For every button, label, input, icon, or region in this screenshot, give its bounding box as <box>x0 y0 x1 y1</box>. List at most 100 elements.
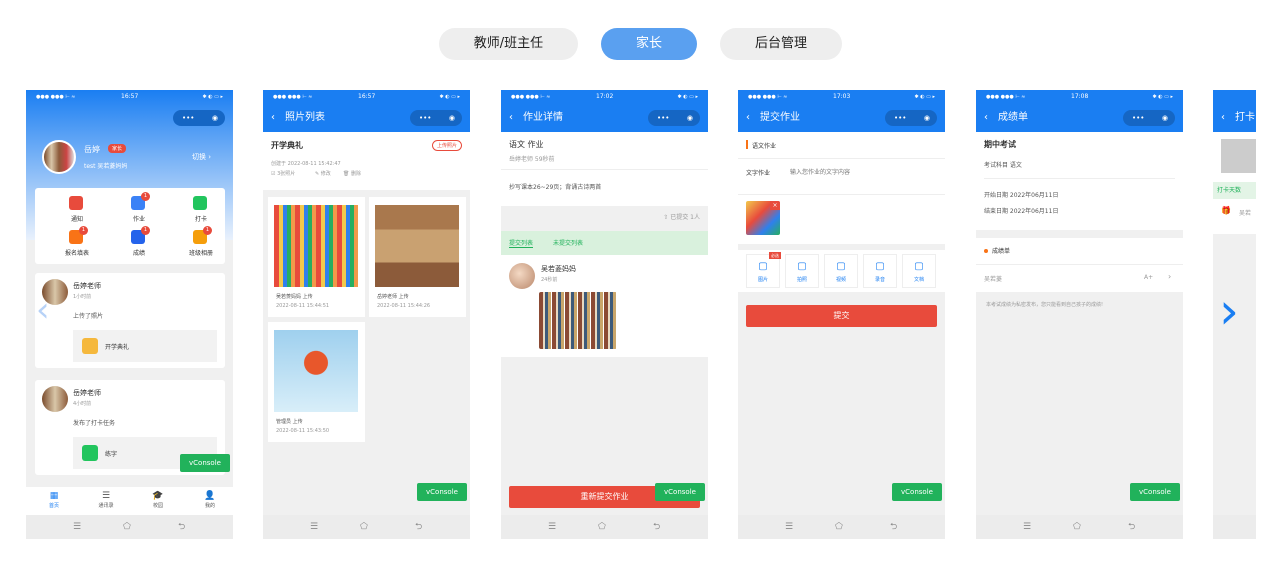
tool-video[interactable]: ▢ 视频 <box>824 254 858 288</box>
mini-capsule[interactable]: ••• ◉ <box>1123 110 1175 126</box>
mini-capsule[interactable]: ••• ◉ <box>173 110 225 126</box>
mini-capsule[interactable]: ••• ◉ <box>410 110 462 126</box>
photo-count: ☑ 3张照片 <box>271 171 296 177</box>
vconsole-button[interactable]: vConsole <box>1130 483 1180 501</box>
back-icon[interactable]: ⮌ <box>178 515 185 539</box>
submission-item[interactable]: 吴若菱妈妈 24秒前 <box>501 255 708 357</box>
student-grade: A+ <box>1144 274 1154 281</box>
remove-icon[interactable]: × <box>770 201 780 210</box>
function-grid: 通知 1 作业 打卡 1 报名填表 1 成绩 1 班级相册 <box>35 188 225 264</box>
tool-camera[interactable]: ▢ 拍照 <box>785 254 819 288</box>
photo-thumbnail[interactable] <box>274 205 358 287</box>
photo-card[interactable]: 吴若菱妈妈 上传 2022-08-11 15:44:51 <box>268 197 365 317</box>
bottom-nav-profile[interactable]: 👤 我的 <box>196 490 224 510</box>
grid-item-homework[interactable]: 1 作业 <box>119 192 159 226</box>
home-icon[interactable]: ⬠ <box>123 515 131 539</box>
submit-time: 24秒前 <box>541 277 558 283</box>
grid-item-album[interactable]: 1 班级相册 <box>181 226 221 260</box>
uploaded-image[interactable]: × <box>746 201 780 235</box>
feed-text: 发布了打卡任务 <box>73 420 116 427</box>
grid-item-label: 作业 <box>132 216 145 223</box>
tab-parent[interactable]: 家长 <box>601 28 697 60</box>
bottom-nav-label: 通讯录 <box>98 503 114 509</box>
cover-image <box>1221 139 1256 173</box>
grid-item-label: 打卡 <box>194 216 207 223</box>
submission-photo[interactable] <box>539 292 617 349</box>
photo-card[interactable]: 管理员 上传 2022-08-11 15:43:50 <box>268 322 365 442</box>
carousel-prev-icon[interactable]: ‹ <box>36 290 50 330</box>
badge-count: 1 <box>203 226 212 235</box>
exam-info: 期中考试 考试科目 语文 开始日期 2022年06月11日 结束日期 2022年… <box>976 132 1183 230</box>
status-icons: ✱ ◐ ▭ ▸ <box>202 94 223 100</box>
back-arrow-icon[interactable]: ‹ <box>984 104 988 132</box>
upload-photo-button[interactable]: 上传照片 <box>431 140 462 151</box>
grid-item-checkin[interactable]: 打卡 <box>181 196 221 226</box>
photo-time: 2022-08-11 15:44:26 <box>377 303 431 309</box>
feed-text: 上传了照片 <box>73 313 104 320</box>
nav-bar: ‹ 成绩单 ••• ◉ <box>976 104 1183 132</box>
menu-icon[interactable]: ☰ <box>73 515 81 539</box>
bottom-nav-home[interactable]: ▦ 首页 <box>40 490 68 510</box>
mic-icon: ▢ <box>875 261 885 272</box>
vconsole-button[interactable]: vConsole <box>180 454 230 472</box>
tab-submitted[interactable]: 提交列表 <box>509 238 534 248</box>
system-nav-bar: ☰ ⬠ ⮌ <box>976 515 1183 539</box>
chevron-right-icon[interactable]: › <box>1168 272 1171 281</box>
badge-count: 1 <box>141 192 150 201</box>
tool-label: 拍照 <box>796 277 807 283</box>
tab-teacher[interactable]: 教师/班主任 <box>439 28 578 60</box>
switch-button[interactable]: 切换 › <box>192 152 211 162</box>
page-title: 成绩单 <box>998 112 1028 123</box>
tool-mic[interactable]: ▢ 录音 <box>863 254 897 288</box>
feed-card[interactable]: 岳婷老师 1小时前 上传了照片 开学典礼 <box>35 273 225 368</box>
speaker-icon <box>69 196 83 210</box>
grid-item-label: 通知 <box>70 216 83 223</box>
start-date: 开始日期 2022年06月11日 <box>984 192 1059 199</box>
photo-thumbnail[interactable] <box>375 205 459 287</box>
grid-item-score[interactable]: 1 成绩 <box>119 226 159 260</box>
back-arrow-icon[interactable]: ‹ <box>746 104 750 132</box>
back-arrow-icon[interactable]: ‹ <box>1221 104 1225 132</box>
bottom-nav-contacts[interactable]: ☰ 通讯录 <box>92 490 120 510</box>
checkin-icon <box>82 445 98 461</box>
submitted-count: ⇧ 已提交 1人 <box>663 214 700 221</box>
back-arrow-icon[interactable]: ‹ <box>271 104 275 132</box>
feed-attachment[interactable]: 开学典礼 <box>73 330 217 362</box>
checkin-header: 打卡天数 🎁 吴若 <box>1213 132 1256 234</box>
text-input[interactable] <box>790 164 930 180</box>
mini-capsule[interactable]: ••• ◉ <box>885 110 937 126</box>
vconsole-button[interactable]: vConsole <box>892 483 942 501</box>
badge-count: 1 <box>79 226 88 235</box>
checkin-days-tab[interactable]: 打卡天数 <box>1213 182 1256 199</box>
photo-card[interactable]: 岳婷老师 上传 2022-08-11 15:44:26 <box>369 197 466 317</box>
edit-button[interactable]: ✎ 修改 <box>315 170 331 177</box>
checkin-icon <box>193 196 207 210</box>
back-arrow-icon[interactable]: ‹ <box>509 104 513 132</box>
avatar <box>509 263 535 289</box>
student-name[interactable]: 吴若菱 <box>984 274 1002 283</box>
grid-item-speaker[interactable]: 通知 <box>57 196 97 226</box>
carousel-next-icon[interactable]: › <box>1219 282 1239 340</box>
tab-admin[interactable]: 后台管理 <box>720 28 842 60</box>
mini-capsule[interactable]: ••• ◉ <box>648 110 700 126</box>
privacy-note: 本考试成绩为私密发布，您只能看到自己孩子的成绩! <box>986 302 1104 308</box>
avatar[interactable] <box>42 140 76 174</box>
tool-image[interactable]: ▢ 图片 必选 <box>746 252 781 288</box>
status-bar: ●●● ●●● ⊢ ≈ 17:08 ✱ ◐ ▭ ▸ <box>976 90 1183 104</box>
tab-not-submitted[interactable]: 未提交列表 <box>553 238 583 247</box>
vconsole-button[interactable]: vConsole <box>417 483 467 501</box>
role-tabs: 教师/班主任 家长 后台管理 <box>0 28 1282 60</box>
vconsole-button[interactable]: vConsole <box>655 483 705 501</box>
submit-button[interactable]: 提交 <box>746 305 937 327</box>
bottom-nav-campus[interactable]: 🎓 校园 <box>144 490 172 510</box>
section-title: 语文作业 <box>752 143 777 150</box>
status-bar: ●●● ●●● ⊢ ≈ 16:57 ✱ ◐ ▭ ▸ <box>26 90 233 104</box>
delete-button[interactable]: 🗑 删除 <box>343 170 361 177</box>
tool-file[interactable]: ▢ 文档 <box>902 254 936 288</box>
required-tag: 必选 <box>769 252 781 259</box>
photo-thumbnail[interactable] <box>274 330 358 412</box>
photo-uploader: 岳婷老师 上传 <box>377 294 409 300</box>
status-bar: ●●● ●●● ⊢ ≈ 16:57 ✱ ◐ ▭ ▸ <box>263 90 470 104</box>
grid-item-form[interactable]: 1 报名填表 <box>57 226 97 260</box>
submit-form: 语文作业 文字作业 × <box>738 132 945 244</box>
